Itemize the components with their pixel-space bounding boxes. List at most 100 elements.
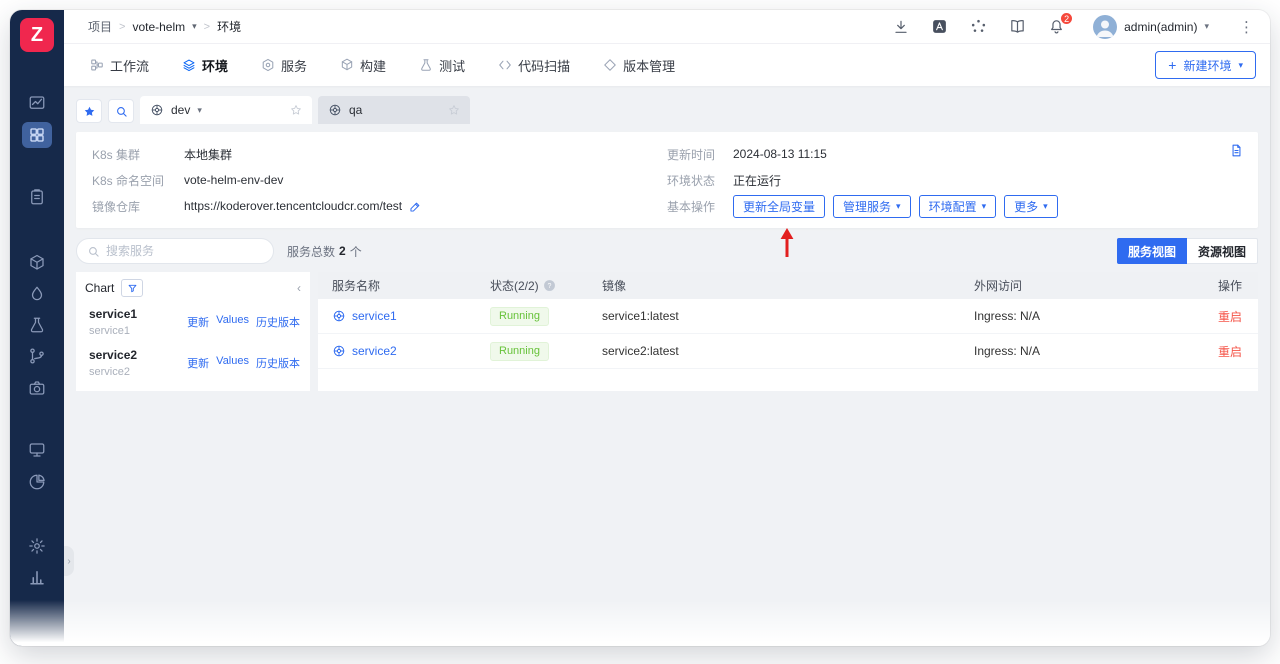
button-label: 管理服务 bbox=[843, 198, 891, 215]
operations-label: 基本操作 bbox=[667, 198, 733, 215]
settings-icon[interactable] bbox=[22, 533, 52, 559]
insight-icon[interactable] bbox=[22, 469, 52, 495]
edit-registry-icon[interactable] bbox=[409, 200, 422, 213]
favorite-filter-button[interactable] bbox=[76, 99, 102, 123]
env-config-button[interactable]: 环境配置 ▾ bbox=[919, 195, 997, 218]
chevron-down-icon: ▾ bbox=[1204, 22, 1209, 31]
search-icon bbox=[87, 245, 100, 258]
service-search[interactable] bbox=[76, 238, 274, 264]
tab-label: 环境 bbox=[202, 56, 228, 75]
scan-icon[interactable] bbox=[22, 375, 52, 401]
release-icon[interactable] bbox=[22, 250, 52, 276]
pipeline-icon[interactable] bbox=[22, 343, 52, 369]
breadcrumb-projects[interactable]: 项目 bbox=[88, 18, 112, 35]
breadcrumb-separator: > bbox=[204, 21, 210, 33]
test-center-icon[interactable] bbox=[22, 312, 52, 338]
filter-icon bbox=[127, 283, 138, 294]
table-header: 服务名称 状态(2/2) ? 镜像 外网访问 操作 bbox=[318, 272, 1258, 299]
chart-service-subtitle: service1 bbox=[89, 325, 187, 337]
download-icon[interactable] bbox=[893, 19, 909, 35]
namespace-value: vote-helm-env-dev bbox=[184, 173, 283, 187]
tab-builds[interactable]: 构建 bbox=[340, 56, 386, 75]
more-menu-icon[interactable]: ⋮ bbox=[1239, 18, 1254, 36]
chart-service-item[interactable]: service2 service2 更新 Values 历史版本 bbox=[76, 342, 310, 383]
chart-service-info: service2 service2 bbox=[89, 348, 187, 378]
chevron-down-icon: ▾ bbox=[1043, 202, 1048, 211]
tab-workflows[interactable]: 工作流 bbox=[90, 56, 149, 75]
status-value: 正在运行 bbox=[733, 172, 781, 189]
manage-services-button[interactable]: 管理服务 ▾ bbox=[833, 195, 911, 218]
language-icon[interactable] bbox=[931, 18, 948, 35]
filter-button[interactable] bbox=[121, 279, 143, 297]
env-detail-doc-icon[interactable] bbox=[1229, 143, 1244, 158]
search-icon bbox=[115, 105, 128, 118]
button-label: 更多 bbox=[1014, 198, 1038, 215]
view-toggle: 服务视图 资源视图 bbox=[1117, 238, 1258, 264]
star-icon[interactable] bbox=[290, 104, 302, 116]
apps-icon[interactable] bbox=[970, 18, 987, 35]
star-icon bbox=[83, 105, 96, 118]
user-menu[interactable]: admin(admin) ▾ bbox=[1093, 15, 1209, 39]
button-label: 环境配置 bbox=[929, 198, 977, 215]
dashboard-icon[interactable] bbox=[22, 90, 52, 116]
tab-services[interactable]: 服务 bbox=[261, 56, 307, 75]
restart-button[interactable]: 重启 bbox=[1218, 310, 1242, 324]
header-status: 状态(2/2) bbox=[490, 277, 539, 294]
chevron-right-icon: › bbox=[67, 556, 70, 567]
restart-button[interactable]: 重启 bbox=[1218, 345, 1242, 359]
chevron-down-icon[interactable]: ▾ bbox=[197, 106, 202, 115]
tab-version-management[interactable]: 版本管理 bbox=[603, 56, 675, 75]
service-name-link[interactable]: service2 bbox=[352, 344, 397, 358]
service-search-input[interactable] bbox=[106, 244, 263, 258]
report-icon[interactable] bbox=[22, 564, 52, 590]
service-name-link[interactable]: service1 bbox=[352, 309, 397, 323]
sidebar-expand-handle[interactable]: › bbox=[64, 546, 74, 576]
service-total-label: 服务总数 bbox=[287, 243, 335, 260]
tab-label: 代码扫描 bbox=[518, 56, 570, 75]
chevron-down-icon[interactable]: ▾ bbox=[192, 22, 197, 31]
resource-view-button[interactable]: 资源视图 bbox=[1187, 238, 1258, 264]
helm-icon bbox=[150, 103, 164, 117]
helm-icon bbox=[328, 103, 342, 117]
env-tab-qa[interactable]: qa bbox=[318, 96, 470, 124]
info-icon[interactable]: ? bbox=[543, 279, 556, 292]
project-nav: 工作流 环境 服务 构建 bbox=[64, 44, 1270, 86]
environment-icon bbox=[182, 58, 196, 72]
more-actions-button[interactable]: 更多 ▾ bbox=[1004, 195, 1058, 218]
history-link[interactable]: 历史版本 bbox=[256, 355, 300, 371]
tab-tests[interactable]: 测试 bbox=[419, 56, 465, 75]
update-link[interactable]: 更新 bbox=[187, 355, 209, 371]
projects-icon[interactable] bbox=[22, 122, 52, 148]
registry-value: https://koderover.tencentcloudcr.com/tes… bbox=[184, 199, 402, 213]
tab-environments[interactable]: 环境 bbox=[182, 56, 228, 75]
operations-buttons: 更新全局变量 管理服务 ▾ 环境配置 ▾ bbox=[733, 195, 1058, 218]
service-total: 服务总数 2 个 bbox=[287, 243, 362, 260]
tab-label: 测试 bbox=[439, 56, 465, 75]
env-info-right: 更新时间 2024-08-13 11:15 环境状态 正在运行 基本操作 更新全… bbox=[667, 141, 1242, 219]
docs-icon[interactable] bbox=[1009, 18, 1026, 35]
panel-collapse-icon[interactable]: ‹ bbox=[297, 282, 301, 294]
notifications-button[interactable]: 2 bbox=[1048, 18, 1065, 35]
history-link[interactable]: 历史版本 bbox=[256, 314, 300, 330]
tasks-icon[interactable] bbox=[22, 184, 52, 210]
breadcrumb-separator: > bbox=[119, 21, 125, 33]
chart-service-item[interactable]: service1 service1 更新 Values 历史版本 bbox=[76, 301, 310, 342]
display-board-icon[interactable] bbox=[22, 437, 52, 463]
tab-code-scan[interactable]: 代码扫描 bbox=[498, 56, 570, 75]
update-link[interactable]: 更新 bbox=[187, 314, 209, 330]
values-link[interactable]: Values bbox=[216, 314, 249, 330]
zadig-logo[interactable]: Z bbox=[20, 18, 54, 52]
breadcrumb-project-name[interactable]: vote-helm bbox=[132, 20, 185, 34]
delivery-icon[interactable] bbox=[22, 281, 52, 307]
svg-text:?: ? bbox=[547, 283, 551, 290]
new-environment-button[interactable]: + 新建环境 ▾ bbox=[1155, 51, 1256, 79]
status-label: 环境状态 bbox=[667, 172, 733, 189]
service-view-button[interactable]: 服务视图 bbox=[1117, 238, 1187, 264]
env-tab-dev[interactable]: dev ▾ bbox=[140, 96, 312, 124]
update-global-vars-button[interactable]: 更新全局变量 bbox=[733, 195, 825, 218]
values-link[interactable]: Values bbox=[216, 355, 249, 371]
env-search-button[interactable] bbox=[108, 99, 134, 123]
star-icon[interactable] bbox=[448, 104, 460, 116]
table-row: service1 Running service1:latest Ingress… bbox=[318, 299, 1258, 334]
cluster-value: 本地集群 bbox=[184, 146, 232, 163]
